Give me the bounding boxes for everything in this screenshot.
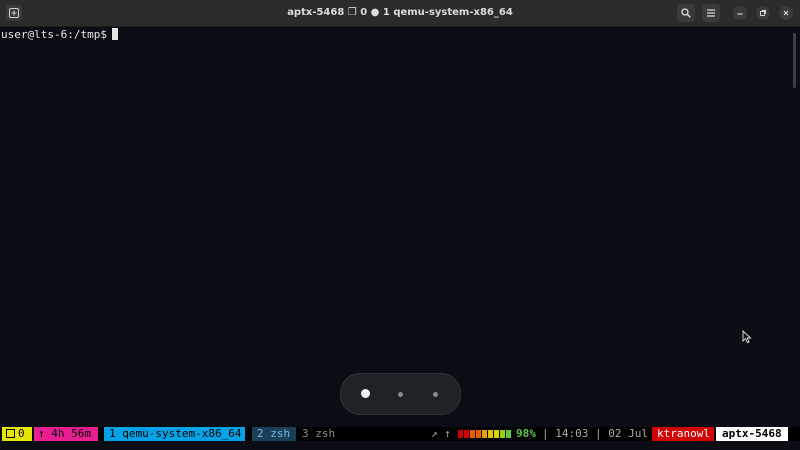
network-arrows: ↗ ↑ <box>431 427 451 440</box>
terminal-area[interactable]: user@lts-6:/tmp$ <box>0 27 800 427</box>
search-icon <box>681 8 691 18</box>
page-indicator[interactable] <box>433 392 438 397</box>
load-bar <box>458 430 512 438</box>
hostname-badge: aptx-5468 <box>716 427 788 441</box>
date-time: | 14:03 | 02 Jul <box>542 427 648 440</box>
load-bar-block <box>494 430 499 438</box>
shell-prompt: user@lts-6:/tmp$ <box>1 28 107 41</box>
page-indicator-active[interactable] <box>361 389 370 398</box>
load-bar-block <box>506 430 511 438</box>
scrollbar-thumb[interactable] <box>793 33 796 88</box>
session-number: 0 <box>18 427 25 440</box>
load-bar-block <box>500 430 505 438</box>
page-indicator[interactable] <box>398 392 403 397</box>
window-tab-2[interactable]: 2 zsh <box>252 427 296 441</box>
workspace-pager[interactable] <box>340 373 461 415</box>
window-tab-3[interactable]: 3 zsh <box>302 427 346 441</box>
prompt-line: user@lts-6:/tmp$ <box>1 28 118 42</box>
minimize-button[interactable] <box>733 6 747 20</box>
load-bar-block <box>488 430 493 438</box>
load-bar-block <box>482 430 487 438</box>
mouse-pointer-icon <box>742 330 752 344</box>
close-icon <box>783 10 789 16</box>
maximize-button[interactable] <box>756 6 770 20</box>
tmux-status-bar: 0 ↑ 4h 56m 1 qemu-system-x86_64 2 zsh 3 … <box>0 427 800 441</box>
title-bar: aptx-5468 ❐ 0 ● 1 qemu-system-x86_64 <box>0 0 800 27</box>
window-tab-1[interactable]: 1 qemu-system-x86_64 <box>104 427 245 441</box>
load-bar-block <box>458 430 463 438</box>
search-button[interactable] <box>677 4 695 22</box>
restore-icon <box>760 10 766 16</box>
minimize-icon <box>737 13 743 15</box>
bottom-strip <box>0 441 800 450</box>
menu-button[interactable] <box>702 4 720 22</box>
username-badge: ktranowl <box>652 427 714 441</box>
session-icon <box>6 429 15 438</box>
close-button[interactable] <box>779 6 793 20</box>
hamburger-menu-icon <box>707 9 715 17</box>
session-indicator[interactable]: 0 <box>2 427 32 441</box>
load-bar-block <box>476 430 481 438</box>
uptime: ↑ 4h 56m <box>34 427 98 441</box>
load-bar-block <box>464 430 469 438</box>
text-cursor <box>111 28 118 40</box>
load-bar-block <box>470 430 475 438</box>
